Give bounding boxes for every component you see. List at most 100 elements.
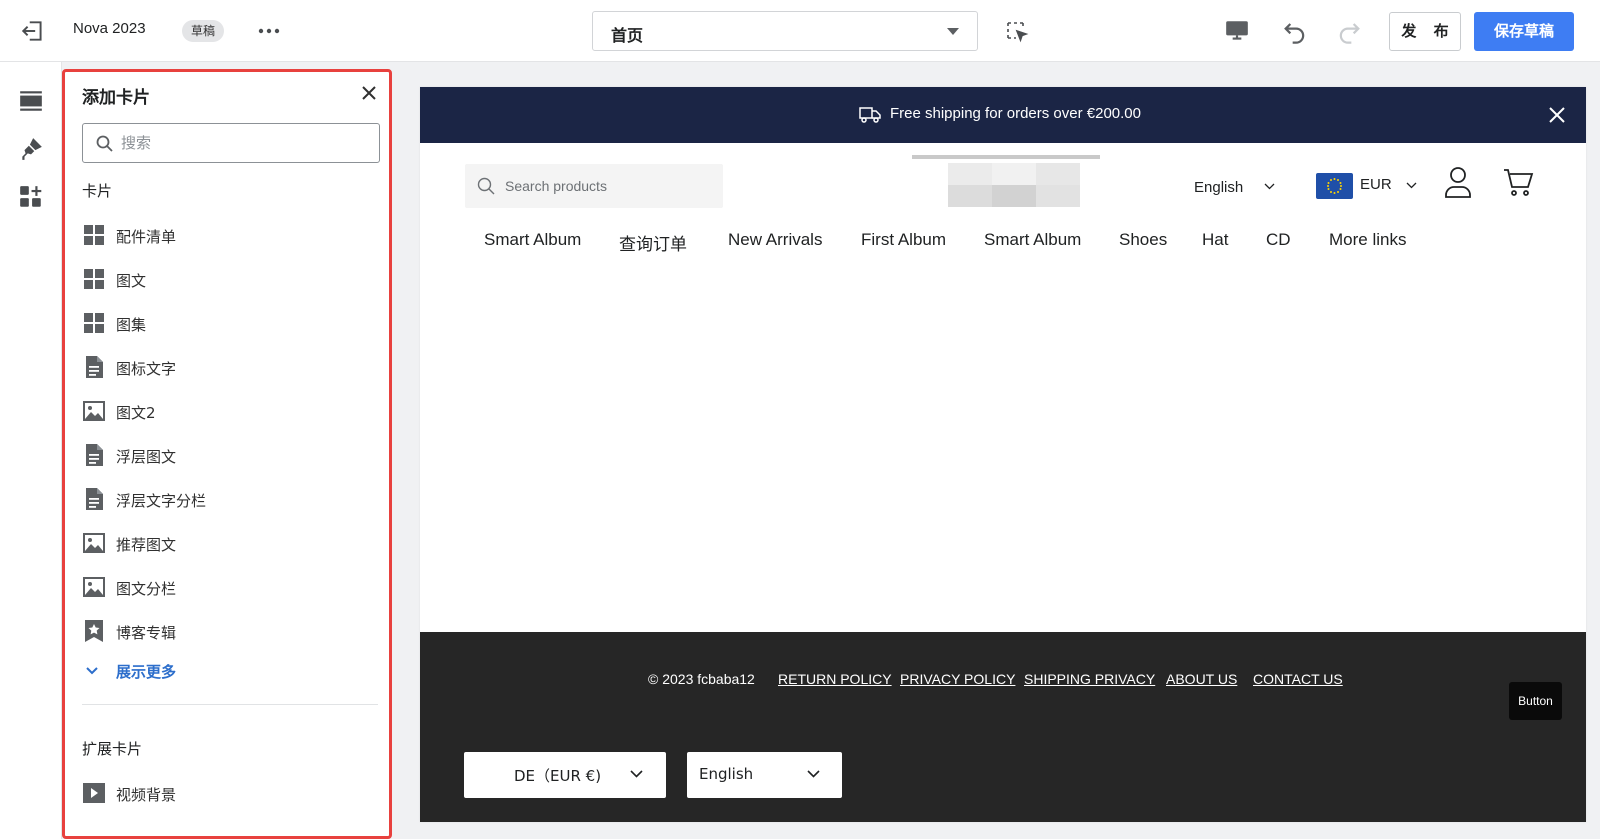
store-logo[interactable] [912, 155, 1100, 215]
add-apps-icon[interactable] [18, 184, 44, 210]
footer-link-about-us[interactable]: ABOUT US [1166, 671, 1237, 687]
show-more-label: 展示更多 [116, 663, 177, 681]
card-item-label: 图文2 [116, 404, 156, 422]
theme-brush-icon[interactable] [18, 136, 44, 162]
page-select-value: 首页 [611, 26, 644, 45]
announcement-bar[interactable]: Free shipping for orders over €200.00 [420, 87, 1586, 143]
store-search-input[interactable] [505, 176, 715, 196]
top-bar: Nova 2023 草稿 首页 发 布 保存草稿 [0, 0, 1600, 62]
card-item-label: 配件清单 [116, 228, 177, 246]
footer-button[interactable]: Button [1509, 682, 1562, 720]
nav-item-new-arrivals[interactable]: New Arrivals [728, 230, 822, 250]
section-label-extended: 扩展卡片 [82, 740, 143, 758]
card-item-label: 浮层文字分栏 [116, 492, 207, 510]
add-card-panel: 添加卡片 卡片 配件清单 图文 图集 图标文字 图文2 浮层图文 浮层文字分栏 … [62, 69, 392, 839]
store-footer: © 2023 fcbaba12 RETURN POLICY PRIVACY PO… [420, 632, 1586, 822]
nav-item-cd[interactable]: CD [1266, 230, 1291, 250]
exit-icon[interactable] [20, 18, 46, 44]
redo-icon[interactable] [1335, 17, 1363, 45]
copyright-text: © 2023 fcbaba12 [648, 671, 755, 687]
nav-item-more-links[interactable]: More links [1329, 230, 1406, 250]
chevron-down-icon [1264, 183, 1275, 190]
search-icon [477, 177, 495, 195]
shopping-cart-icon[interactable] [1502, 166, 1534, 198]
sections-icon[interactable] [18, 88, 44, 114]
card-item-label: 图文分栏 [116, 580, 177, 598]
card-item-label: 浮层图文 [116, 448, 177, 466]
card-item-image-text-columns[interactable]: 图文分栏 [82, 569, 378, 605]
card-item-overlay-image-text[interactable]: 浮层图文 [82, 437, 378, 473]
footer-language-select[interactable]: English [687, 752, 842, 798]
card-search-input[interactable] [121, 132, 371, 154]
logo-pixel [992, 185, 1036, 207]
card-item-icon-text[interactable]: 图标文字 [82, 349, 378, 385]
announcement-text: Free shipping for orders over €200.00 [890, 105, 1141, 122]
publish-button[interactable]: 发 布 [1389, 12, 1461, 51]
card-item-label: 博客专辑 [116, 624, 177, 642]
country-currency-value: DE（EUR €) [514, 767, 602, 785]
card-item-overlay-text-columns[interactable]: 浮层文字分栏 [82, 481, 378, 517]
footer-link-privacy-policy[interactable]: PRIVACY POLICY [900, 671, 1015, 687]
card-item-accessory-list[interactable]: 配件清单 [82, 217, 378, 253]
country-currency-select[interactable]: DE（EUR €) [464, 752, 666, 798]
card-item-image-text-2[interactable]: 图文2 [82, 393, 378, 429]
card-item-image-text[interactable]: 图文 [82, 261, 378, 297]
user-account-icon[interactable] [1443, 166, 1473, 198]
section-label-cards: 卡片 [82, 182, 113, 200]
nav-item-first-album[interactable]: First Album [861, 230, 946, 250]
nav-item-hat[interactable]: Hat [1202, 230, 1228, 250]
card-item-gallery[interactable]: 图集 [82, 305, 378, 341]
logo-pixel [1036, 185, 1080, 207]
eu-flag-icon [1316, 173, 1353, 199]
card-search [82, 123, 380, 163]
footer-link-contact-us[interactable]: CONTACT US [1253, 671, 1343, 687]
caret-down-icon [947, 28, 959, 35]
left-rail [0, 62, 62, 839]
card-item-video-background[interactable]: 视频背景 [82, 775, 378, 811]
footer-link-shipping-privacy[interactable]: SHIPPING PRIVACY [1024, 671, 1155, 687]
footer-language-value: English [699, 765, 754, 783]
close-icon[interactable] [1548, 106, 1566, 124]
grid-icon [84, 313, 104, 333]
card-item-blog-collection[interactable]: 博客专辑 [82, 613, 378, 649]
document-icon [86, 356, 103, 378]
image-icon [83, 533, 105, 553]
logo-pixel [948, 163, 992, 185]
nav-item-order-lookup[interactable]: 查询订单 [619, 230, 687, 255]
document-icon [86, 488, 103, 510]
nav-item-smart-album[interactable]: Smart Album [484, 230, 581, 250]
card-item-label: 图集 [116, 316, 147, 334]
store-search [465, 164, 723, 208]
image-icon [83, 577, 105, 597]
logo-pixel [992, 163, 1036, 185]
close-icon[interactable] [360, 84, 378, 102]
document-icon [86, 444, 103, 466]
store-preview: Free shipping for orders over €200.00 En… [420, 87, 1586, 822]
undo-icon[interactable] [1281, 17, 1309, 45]
currency-label: EUR [1360, 176, 1392, 193]
grid-icon [84, 225, 104, 245]
select-element-icon[interactable] [1005, 20, 1029, 44]
image-icon [83, 401, 105, 421]
draft-badge: 草稿 [182, 20, 225, 42]
chevron-down-icon [807, 770, 820, 778]
language-label: English [1194, 179, 1244, 196]
more-options-icon[interactable] [256, 19, 282, 43]
card-item-label: 推荐图文 [116, 536, 177, 554]
nav-item-smart-album-2[interactable]: Smart Album [984, 230, 1081, 250]
chevron-down-icon [1406, 182, 1417, 189]
desktop-view-icon[interactable] [1224, 18, 1250, 44]
chevron-down-icon [630, 770, 643, 778]
page-select[interactable]: 首页 [592, 11, 978, 51]
card-item-recommended-image-text[interactable]: 推荐图文 [82, 525, 378, 561]
card-item-label: 图文 [116, 272, 147, 290]
theme-title: Nova 2023 [73, 20, 146, 37]
language-switcher[interactable]: English [1194, 177, 1275, 199]
nav-item-shoes[interactable]: Shoes [1119, 230, 1167, 250]
video-play-icon [83, 783, 105, 803]
delivery-truck-icon [859, 107, 881, 123]
footer-link-return-policy[interactable]: RETURN POLICY [778, 671, 892, 687]
panel-title: 添加卡片 [82, 88, 150, 108]
divider [82, 704, 378, 705]
save-draft-button[interactable]: 保存草稿 [1474, 12, 1574, 51]
